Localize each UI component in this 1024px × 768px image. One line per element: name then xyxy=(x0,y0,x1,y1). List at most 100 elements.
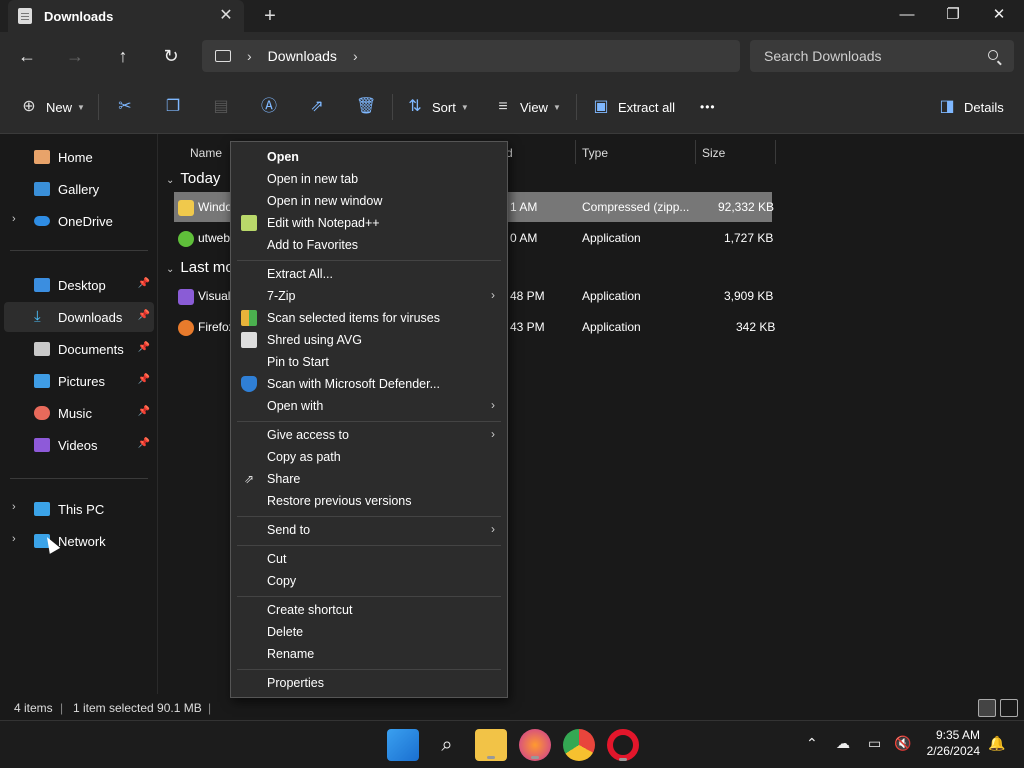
refresh-button[interactable]: ↻ xyxy=(157,44,185,68)
column-header-type[interactable]: Type xyxy=(582,140,608,166)
menu-item-open[interactable]: Open xyxy=(231,146,507,168)
chrome-taskbar-button[interactable] xyxy=(563,729,595,761)
sidebar-item-home[interactable]: Home xyxy=(4,142,154,172)
close-tab-icon[interactable]: ✕ xyxy=(216,6,236,26)
pin-icon[interactable]: 📌 xyxy=(138,310,150,321)
menu-item-rename[interactable]: Rename xyxy=(231,643,507,665)
chevron-right-icon[interactable]: › xyxy=(353,48,358,64)
sidebar-item-this-pc[interactable]: › This PC xyxy=(4,494,154,524)
sidebar-item-videos[interactable]: Videos 📌 xyxy=(4,430,154,460)
column-divider[interactable] xyxy=(775,140,776,164)
column-header-size[interactable]: Size xyxy=(702,140,725,166)
breadcrumb-downloads[interactable]: Downloads xyxy=(268,48,337,64)
column-divider[interactable] xyxy=(695,140,696,164)
details-pane-button[interactable]: ◨ Details xyxy=(938,94,1003,120)
extract-all-button[interactable]: ▣ Extract all xyxy=(592,94,675,120)
menu-item-extract-all[interactable]: Extract All... xyxy=(231,263,507,285)
running-indicator xyxy=(619,758,627,761)
volume-muted-icon[interactable]: 🔇 xyxy=(894,735,911,752)
menu-item-7zip[interactable]: 7-Zip › xyxy=(231,285,507,307)
menu-item-create-shortcut[interactable]: Create shortcut xyxy=(231,599,507,621)
search-input[interactable]: Search Downloads xyxy=(750,40,1014,72)
file-explorer-taskbar-button[interactable] xyxy=(475,729,507,761)
details-view-toggle[interactable] xyxy=(978,699,996,717)
onedrive-tray-icon[interactable]: ☁ xyxy=(836,735,850,752)
copy-button[interactable]: ❐ xyxy=(164,94,182,120)
menu-item-send-to[interactable]: Send to › xyxy=(231,519,507,541)
network-tray-icon[interactable]: ▭ xyxy=(868,735,881,752)
firefox-taskbar-button[interactable] xyxy=(519,729,551,761)
more-options-button[interactable]: ••• xyxy=(700,94,716,120)
column-divider[interactable] xyxy=(575,140,576,164)
start-button[interactable] xyxy=(387,729,419,761)
chevron-right-icon[interactable]: › xyxy=(12,501,16,513)
opera-taskbar-button[interactable] xyxy=(607,729,639,761)
menu-item-give-access[interactable]: Give access to › xyxy=(231,424,507,446)
sidebar-item-gallery[interactable]: Gallery xyxy=(4,174,154,204)
firefox-icon xyxy=(178,320,194,336)
search-taskbar-button[interactable]: ⌕ xyxy=(431,729,463,761)
cut-button[interactable]: ✂ xyxy=(116,94,134,120)
tiles-view-toggle[interactable] xyxy=(1000,699,1018,717)
menu-item-cut[interactable]: Cut xyxy=(231,548,507,570)
file-date: 0 AM xyxy=(510,231,538,245)
maximize-button[interactable]: ❐ xyxy=(930,0,976,32)
group-header-last-month[interactable]: ⌄ Last mo xyxy=(166,259,234,276)
sidebar-item-pictures[interactable]: Pictures 📌 xyxy=(4,366,154,396)
column-header-name[interactable]: Name xyxy=(190,140,222,166)
group-header-today[interactable]: ⌄ Today xyxy=(166,170,220,187)
back-button[interactable]: ← xyxy=(13,44,41,68)
sidebar-item-onedrive[interactable]: › OneDrive xyxy=(4,206,154,236)
sidebar-item-music[interactable]: Music 📌 xyxy=(4,398,154,428)
pin-icon[interactable]: 📌 xyxy=(138,374,150,385)
chevron-up-icon[interactable]: ⌃ xyxy=(806,735,818,752)
menu-item-copy[interactable]: Copy xyxy=(231,570,507,592)
sort-button[interactable]: ⇅ Sort ▼ xyxy=(406,94,469,120)
pin-icon[interactable]: 📌 xyxy=(138,278,150,289)
chevron-right-icon[interactable]: › xyxy=(12,533,16,545)
delete-button[interactable]: 🗑 xyxy=(356,94,376,120)
address-bar[interactable]: › Downloads › xyxy=(202,40,740,72)
sidebar-item-desktop[interactable]: Desktop 📌 xyxy=(4,270,154,300)
sidebar-item-network[interactable]: › Network xyxy=(4,526,154,556)
menu-item-open-in-new-tab[interactable]: Open in new tab xyxy=(231,168,507,190)
menu-item-restore-versions[interactable]: Restore previous versions xyxy=(231,490,507,512)
menu-item-properties[interactable]: Properties xyxy=(231,672,507,694)
file-date: 48 PM xyxy=(510,289,545,303)
notification-bell-icon[interactable]: 🔔 xyxy=(988,735,1005,752)
menu-item-scan-defender[interactable]: Scan with Microsoft Defender... xyxy=(231,373,507,395)
up-button[interactable]: ↑ xyxy=(109,44,137,68)
new-button[interactable]: ⊕ New ▼ xyxy=(20,94,85,120)
separator xyxy=(98,94,99,120)
menu-item-add-to-favorites[interactable]: Add to Favorites xyxy=(231,234,507,256)
menu-item-open-in-new-window[interactable]: Open in new window xyxy=(231,190,507,212)
close-window-button[interactable]: ✕ xyxy=(976,0,1022,32)
chevron-right-icon[interactable]: › xyxy=(247,48,252,64)
pin-icon[interactable]: 📌 xyxy=(138,438,150,449)
menu-item-delete[interactable]: Delete xyxy=(231,621,507,643)
sidebar-item-downloads[interactable]: ⤓ Downloads 📌 xyxy=(4,302,154,332)
menu-item-edit-with-notepad[interactable]: Edit with Notepad++ xyxy=(231,212,507,234)
navigation-pane: Home Gallery › OneDrive Desktop 📌 ⤓ Down… xyxy=(0,134,158,694)
menu-item-copy-as-path[interactable]: Copy as path xyxy=(231,446,507,468)
forward-button[interactable]: → xyxy=(61,44,89,68)
minimize-button[interactable]: — xyxy=(884,0,930,32)
menu-item-scan-viruses[interactable]: Scan selected items for viruses xyxy=(231,307,507,329)
menu-separator xyxy=(237,421,501,422)
chevron-right-icon[interactable]: › xyxy=(12,213,16,225)
rename-button[interactable]: Ⓐ xyxy=(260,94,278,120)
menu-item-shred-avg[interactable]: Shred using AVG xyxy=(231,329,507,351)
pin-icon[interactable]: 📌 xyxy=(138,342,150,353)
sidebar-item-documents[interactable]: Documents 📌 xyxy=(4,334,154,364)
view-button[interactable]: ≡ View ▼ xyxy=(494,94,561,120)
clock[interactable]: 9:35 AM 2/26/2024 xyxy=(927,727,980,759)
chevron-down-icon: ▼ xyxy=(460,102,469,112)
new-tab-button[interactable]: + xyxy=(258,4,282,28)
paste-button[interactable]: ▤ xyxy=(212,94,230,120)
menu-item-pin-to-start[interactable]: Pin to Start xyxy=(231,351,507,373)
share-button[interactable]: ⇗ xyxy=(308,94,326,120)
menu-item-share[interactable]: ⇗ Share xyxy=(231,468,507,490)
pin-icon[interactable]: 📌 xyxy=(138,406,150,417)
tab-downloads[interactable]: Downloads ✕ xyxy=(8,0,244,32)
menu-item-open-with[interactable]: Open with › xyxy=(231,395,507,417)
